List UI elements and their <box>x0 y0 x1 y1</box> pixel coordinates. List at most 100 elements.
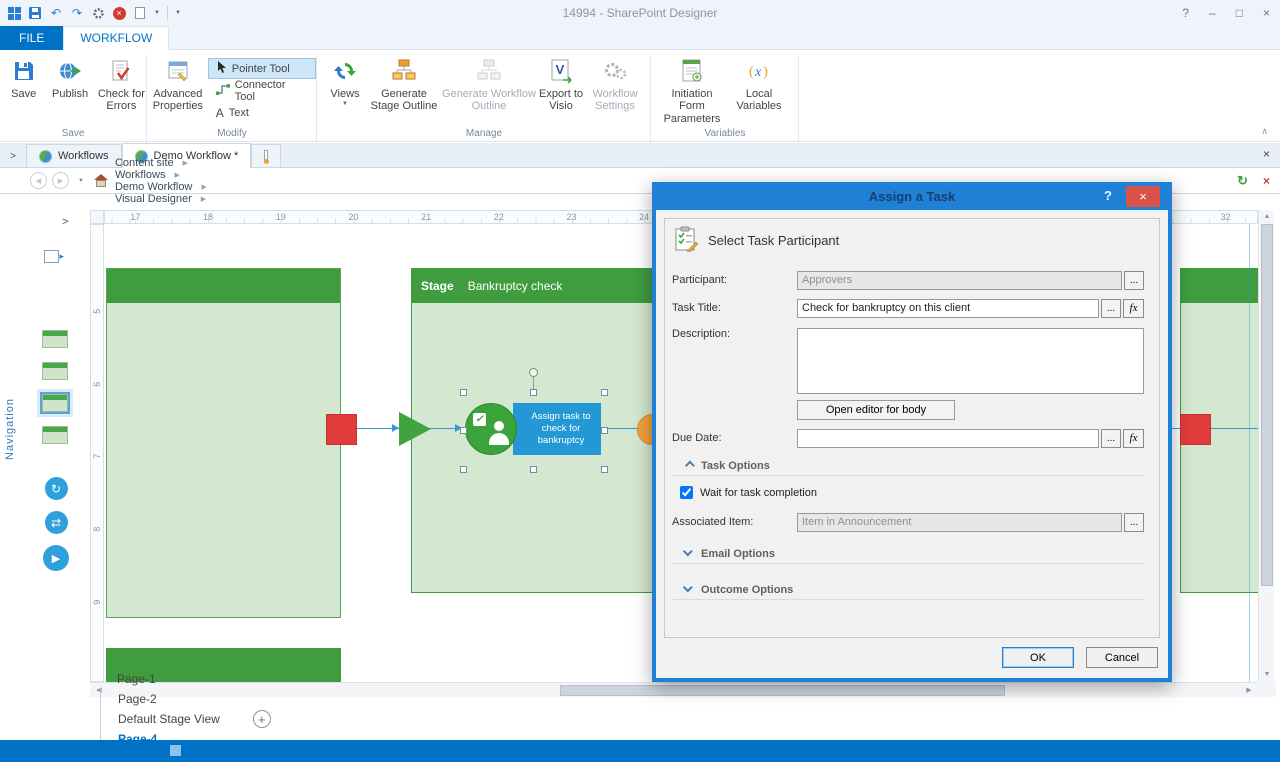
check-for-errors-button[interactable]: Check for Errors <box>97 55 146 113</box>
participant-input[interactable] <box>797 271 1122 290</box>
tab-scroll-chevron-icon[interactable]: > <box>0 151 26 167</box>
stage-thumbnail[interactable] <box>42 330 68 348</box>
task-title-input[interactable] <box>797 299 1099 318</box>
close-app-icon[interactable]: × <box>112 6 126 20</box>
scroll-down-arrow[interactable]: ▼ <box>1259 668 1275 682</box>
vertical-scroll-thumb[interactable] <box>1261 224 1273 586</box>
associated-item-browse-button[interactable]: ... <box>1124 513 1144 532</box>
page-tab[interactable]: Page-1 ▲ <box>100 669 237 689</box>
selection-handle[interactable] <box>530 466 537 473</box>
dialog-close-button[interactable]: × <box>1126 186 1160 207</box>
vertical-scrollbar[interactable]: ▲ ▼ <box>1258 210 1274 682</box>
selection-handle[interactable] <box>601 466 608 473</box>
customize-qat-icon[interactable]: ▼ <box>175 10 181 16</box>
refresh-icon[interactable]: ↻ <box>1237 173 1248 189</box>
connector-tool-button[interactable]: Connector Tool <box>208 80 316 101</box>
start-shape-icon[interactable]: ▶ <box>43 545 69 571</box>
associated-item-input[interactable] <box>797 513 1122 532</box>
description-textarea[interactable] <box>797 328 1144 394</box>
close-button[interactable]: × <box>1263 6 1270 20</box>
breadcrumb-separator-icon[interactable]: ▶ <box>174 171 179 179</box>
breadcrumb-separator-icon[interactable]: ▶ <box>183 159 188 167</box>
save-button[interactable]: Save <box>4 55 43 100</box>
forward-button[interactable]: ▶ <box>52 172 69 189</box>
tab-file[interactable]: FILE <box>0 26 63 50</box>
help-button[interactable]: ? <box>1182 6 1189 20</box>
views-button[interactable]: Views ▼ <box>324 55 366 107</box>
tab-workflow[interactable]: WORKFLOW <box>63 26 169 50</box>
dialog-titlebar[interactable]: Assign a Task <box>652 182 1172 210</box>
stage-thumbnail[interactable] <box>42 362 68 380</box>
advanced-properties-button[interactable]: Advanced Properties <box>152 55 204 113</box>
undo-icon[interactable]: ↶ <box>49 6 63 20</box>
generate-stage-outline-button[interactable]: Generate Stage Outline <box>368 55 440 113</box>
breadcrumb-separator-icon[interactable]: ▶ <box>201 195 206 203</box>
preview-dropdown-icon[interactable]: ▼ <box>154 10 160 16</box>
breadcrumb-item[interactable]: Workflows ▶ <box>113 169 214 181</box>
task-options-section[interactable]: Task Options <box>672 456 1144 476</box>
loop-shape-icon[interactable]: ↻ <box>45 477 68 500</box>
pointer-tool-button[interactable]: Pointer Tool <box>208 58 316 79</box>
selection-handle[interactable] <box>601 427 608 434</box>
stage-left[interactable] <box>106 268 341 618</box>
navigation-pane-label[interactable]: Navigation <box>4 398 16 460</box>
due-date-input[interactable] <box>797 429 1099 448</box>
stage-thumbnail[interactable] <box>42 426 68 444</box>
outcome-options-section[interactable]: Outcome Options <box>672 580 1144 600</box>
initiation-form-parameters-button[interactable]: Initiation Form Parameters <box>660 55 724 125</box>
scroll-right-arrow[interactable]: ▶ <box>1242 683 1256 698</box>
page-tab[interactable]: Default Stage View ▲ <box>100 709 237 729</box>
history-dropdown-icon[interactable]: ▼ <box>78 178 84 184</box>
home-icon[interactable] <box>94 175 107 186</box>
participant-browse-button[interactable]: ... <box>1124 271 1144 290</box>
selection-handle[interactable] <box>460 389 467 396</box>
maximize-button[interactable]: □ <box>1236 6 1243 20</box>
task-shape-body[interactable]: Assign task to check for bankruptcy <box>513 403 601 455</box>
close-page-icon[interactable]: × <box>1263 174 1270 188</box>
assign-task-shape-selected[interactable]: Assign task to check for bankruptcy ✓ <box>463 392 605 470</box>
expand-panel-chevron-icon[interactable]: > <box>62 216 68 228</box>
gear-icon[interactable] <box>91 6 105 20</box>
breadcrumb-item[interactable]: Demo Workflow ▶ <box>113 181 214 193</box>
selection-handle[interactable] <box>460 466 467 473</box>
page-tab[interactable]: Page-2 ▲ <box>100 689 237 709</box>
minimize-button[interactable]: – <box>1209 6 1216 20</box>
dialog-help-button[interactable]: ? <box>1104 188 1112 203</box>
doc-tab-extra[interactable] <box>251 144 281 167</box>
shapes-panel-icon[interactable] <box>44 250 59 263</box>
email-options-section[interactable]: Email Options <box>672 544 1144 564</box>
parallel-shape-icon[interactable]: ⇄ <box>45 511 68 534</box>
stage-left-header[interactable] <box>107 269 340 303</box>
due-date-browse-button[interactable]: ... <box>1101 429 1121 448</box>
stage-thumbnail-selected[interactable] <box>42 394 68 412</box>
preview-icon[interactable] <box>133 6 147 20</box>
selection-handle[interactable] <box>460 427 467 434</box>
breadcrumb-item[interactable]: Content site ▶ <box>113 157 214 169</box>
stage-entry-marker[interactable] <box>326 414 357 445</box>
breadcrumb-separator-icon[interactable]: ▶ <box>201 183 206 191</box>
collapse-ribbon-icon[interactable]: ∧ <box>1261 126 1268 137</box>
rotation-handle[interactable] <box>529 368 538 377</box>
scroll-up-arrow[interactable]: ▲ <box>1259 210 1275 224</box>
open-editor-button[interactable]: Open editor for body <box>797 400 955 420</box>
task-title-fx-button[interactable]: fx <box>1123 299 1144 318</box>
breadcrumb-item[interactable]: Visual Designer ▶ <box>113 193 214 205</box>
due-date-fx-button[interactable]: fx <box>1123 429 1144 448</box>
cancel-button[interactable]: Cancel <box>1086 647 1158 668</box>
task-title-browse-button[interactable]: ... <box>1101 299 1121 318</box>
selection-handle[interactable] <box>530 389 537 396</box>
local-variables-button[interactable]: (x) Local Variables <box>730 55 788 113</box>
horizontal-scrollbar[interactable]: ◀ ▶ <box>90 682 1258 697</box>
stage-entry-marker[interactable] <box>1180 414 1211 445</box>
back-button[interactable]: ◀ <box>30 172 47 189</box>
doc-tab-workflows[interactable]: Workflows <box>26 144 122 167</box>
ok-button[interactable]: OK <box>1002 647 1074 668</box>
publish-button[interactable]: Publish <box>47 55 92 100</box>
close-tab-icon[interactable]: × <box>1263 147 1270 161</box>
text-tool-button[interactable]: A Text <box>208 102 316 123</box>
add-page-button[interactable]: + <box>253 710 271 728</box>
redo-icon[interactable]: ↷ <box>70 6 84 20</box>
quick-save-icon[interactable] <box>28 6 42 20</box>
app-icon[interactable] <box>7 6 21 20</box>
stage-right-header[interactable] <box>1181 269 1258 303</box>
